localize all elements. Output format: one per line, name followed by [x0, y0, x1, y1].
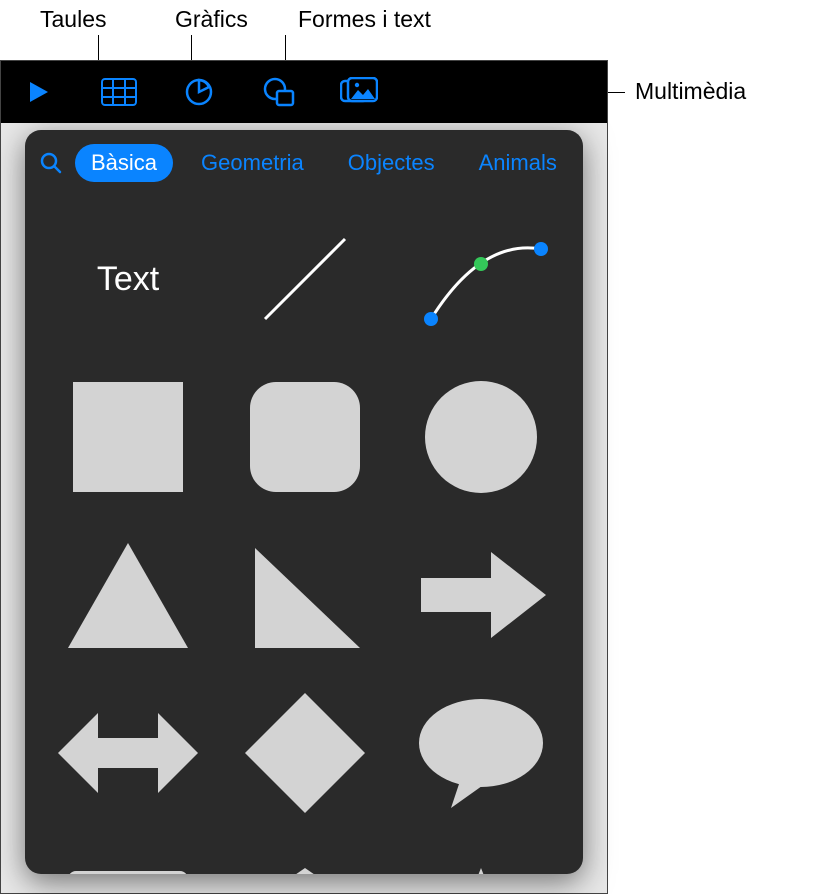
shape-right-triangle[interactable]	[231, 530, 379, 660]
category-bar: Bàsica Geometria Objectes Animals	[25, 130, 583, 194]
shape-diamond[interactable]	[231, 688, 379, 818]
shape-callout-rect[interactable]	[53, 846, 203, 874]
category-tab-objects[interactable]: Objectes	[332, 144, 451, 182]
category-tab-animals[interactable]: Animals	[463, 144, 573, 182]
shape-curve[interactable]	[407, 214, 555, 344]
callout-shapes-label: Formes i text	[298, 6, 431, 33]
callout-media-label: Multimèdia	[635, 78, 746, 105]
search-icon[interactable]	[39, 148, 63, 178]
media-button[interactable]	[339, 72, 379, 112]
shape-triangle[interactable]	[53, 530, 203, 660]
shape-text[interactable]: Text	[53, 214, 203, 344]
play-button[interactable]	[19, 72, 59, 112]
callout-tables-label: Taules	[40, 6, 106, 33]
shape-circle[interactable]	[407, 372, 555, 502]
shapes-grid: Text	[25, 194, 583, 874]
chart-button[interactable]	[179, 72, 219, 112]
shape-arrow-bidirectional[interactable]	[53, 688, 203, 818]
toolbar	[1, 61, 607, 123]
shape-pentagon[interactable]	[231, 846, 379, 874]
table-button[interactable]	[99, 72, 139, 112]
category-tab-geometry[interactable]: Geometria	[185, 144, 320, 182]
shapes-popover: Bàsica Geometria Objectes Animals Text	[25, 130, 583, 874]
shape-square[interactable]	[53, 372, 203, 502]
shape-line[interactable]	[231, 214, 379, 344]
callout-charts-label: Gràfics	[175, 6, 248, 33]
shape-speech-bubble[interactable]	[407, 688, 555, 818]
shape-rounded-square[interactable]	[231, 372, 379, 502]
shape-star[interactable]	[407, 846, 555, 874]
shapes-button[interactable]	[259, 72, 299, 112]
category-tab-basic[interactable]: Bàsica	[75, 144, 173, 182]
shape-arrow-right[interactable]	[407, 530, 555, 660]
